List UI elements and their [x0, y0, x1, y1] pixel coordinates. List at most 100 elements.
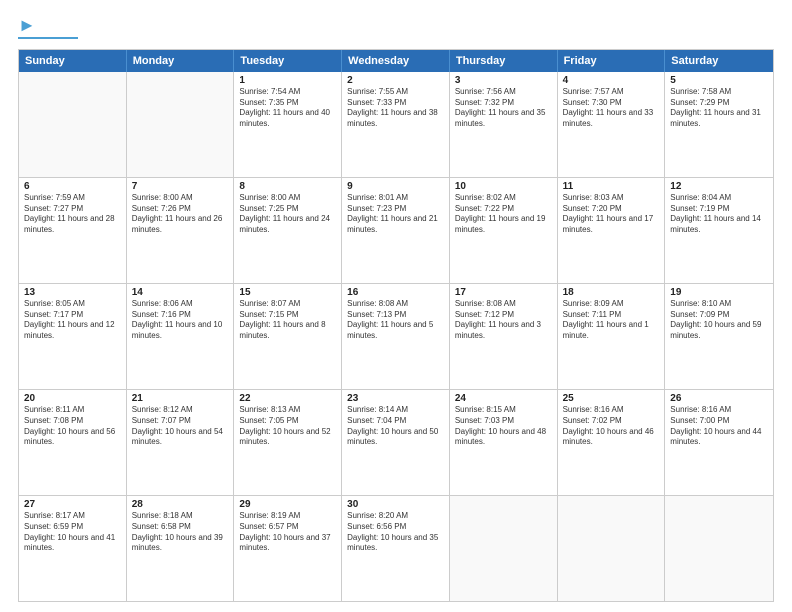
page: ► SundayMondayTuesdayWednesdayThursdayFr… [0, 0, 792, 612]
calendar-cell: 22Sunrise: 8:13 AM Sunset: 7:05 PM Dayli… [234, 390, 342, 495]
day-number: 20 [24, 393, 121, 404]
cell-info: Sunrise: 7:56 AM Sunset: 7:32 PM Dayligh… [455, 87, 552, 130]
calendar-cell: 23Sunrise: 8:14 AM Sunset: 7:04 PM Dayli… [342, 390, 450, 495]
calendar-cell: 13Sunrise: 8:05 AM Sunset: 7:17 PM Dayli… [19, 284, 127, 389]
cell-info: Sunrise: 8:02 AM Sunset: 7:22 PM Dayligh… [455, 193, 552, 236]
calendar-cell: 19Sunrise: 8:10 AM Sunset: 7:09 PM Dayli… [665, 284, 773, 389]
calendar-cell: 10Sunrise: 8:02 AM Sunset: 7:22 PM Dayli… [450, 178, 558, 283]
calendar-cell: 8Sunrise: 8:00 AM Sunset: 7:25 PM Daylig… [234, 178, 342, 283]
calendar-cell: 7Sunrise: 8:00 AM Sunset: 7:26 PM Daylig… [127, 178, 235, 283]
calendar-cell: 2Sunrise: 7:55 AM Sunset: 7:33 PM Daylig… [342, 72, 450, 177]
cell-info: Sunrise: 7:59 AM Sunset: 7:27 PM Dayligh… [24, 193, 121, 236]
cell-info: Sunrise: 8:17 AM Sunset: 6:59 PM Dayligh… [24, 511, 121, 554]
weekday-header-saturday: Saturday [665, 50, 773, 72]
calendar-cell: 21Sunrise: 8:12 AM Sunset: 7:07 PM Dayli… [127, 390, 235, 495]
day-number: 4 [563, 75, 660, 86]
day-number: 19 [670, 287, 768, 298]
day-number: 8 [239, 181, 336, 192]
day-number: 15 [239, 287, 336, 298]
day-number: 16 [347, 287, 444, 298]
cell-info: Sunrise: 8:13 AM Sunset: 7:05 PM Dayligh… [239, 405, 336, 448]
calendar-cell: 25Sunrise: 8:16 AM Sunset: 7:02 PM Dayli… [558, 390, 666, 495]
day-number: 17 [455, 287, 552, 298]
cell-info: Sunrise: 8:07 AM Sunset: 7:15 PM Dayligh… [239, 299, 336, 342]
calendar-cell: 16Sunrise: 8:08 AM Sunset: 7:13 PM Dayli… [342, 284, 450, 389]
calendar-cell [665, 496, 773, 601]
calendar-cell: 1Sunrise: 7:54 AM Sunset: 7:35 PM Daylig… [234, 72, 342, 177]
day-number: 22 [239, 393, 336, 404]
cell-info: Sunrise: 7:54 AM Sunset: 7:35 PM Dayligh… [239, 87, 336, 130]
cell-info: Sunrise: 8:04 AM Sunset: 7:19 PM Dayligh… [670, 193, 768, 236]
weekday-header-tuesday: Tuesday [234, 50, 342, 72]
day-number: 30 [347, 499, 444, 510]
weekday-header-friday: Friday [558, 50, 666, 72]
cell-info: Sunrise: 7:58 AM Sunset: 7:29 PM Dayligh… [670, 87, 768, 130]
day-number: 18 [563, 287, 660, 298]
cell-info: Sunrise: 8:00 AM Sunset: 7:25 PM Dayligh… [239, 193, 336, 236]
day-number: 26 [670, 393, 768, 404]
day-number: 10 [455, 181, 552, 192]
calendar-row-2: 13Sunrise: 8:05 AM Sunset: 7:17 PM Dayli… [19, 284, 773, 390]
calendar-cell: 6Sunrise: 7:59 AM Sunset: 7:27 PM Daylig… [19, 178, 127, 283]
day-number: 1 [239, 75, 336, 86]
calendar-cell: 29Sunrise: 8:19 AM Sunset: 6:57 PM Dayli… [234, 496, 342, 601]
calendar-cell: 9Sunrise: 8:01 AM Sunset: 7:23 PM Daylig… [342, 178, 450, 283]
day-number: 11 [563, 181, 660, 192]
calendar-cell: 20Sunrise: 8:11 AM Sunset: 7:08 PM Dayli… [19, 390, 127, 495]
calendar-cell [19, 72, 127, 177]
calendar-cell: 17Sunrise: 8:08 AM Sunset: 7:12 PM Dayli… [450, 284, 558, 389]
logo-triangle-icon: ► [18, 15, 36, 35]
cell-info: Sunrise: 8:08 AM Sunset: 7:13 PM Dayligh… [347, 299, 444, 342]
calendar-cell: 24Sunrise: 8:15 AM Sunset: 7:03 PM Dayli… [450, 390, 558, 495]
day-number: 6 [24, 181, 121, 192]
calendar-row-3: 20Sunrise: 8:11 AM Sunset: 7:08 PM Dayli… [19, 390, 773, 496]
calendar-cell: 30Sunrise: 8:20 AM Sunset: 6:56 PM Dayli… [342, 496, 450, 601]
day-number: 2 [347, 75, 444, 86]
calendar-cell [558, 496, 666, 601]
day-number: 28 [132, 499, 229, 510]
calendar-cell: 14Sunrise: 8:06 AM Sunset: 7:16 PM Dayli… [127, 284, 235, 389]
logo-text: ► [18, 16, 36, 36]
calendar-cell: 5Sunrise: 7:58 AM Sunset: 7:29 PM Daylig… [665, 72, 773, 177]
cell-info: Sunrise: 8:06 AM Sunset: 7:16 PM Dayligh… [132, 299, 229, 342]
cell-info: Sunrise: 8:12 AM Sunset: 7:07 PM Dayligh… [132, 405, 229, 448]
cell-info: Sunrise: 7:55 AM Sunset: 7:33 PM Dayligh… [347, 87, 444, 130]
calendar-body: 1Sunrise: 7:54 AM Sunset: 7:35 PM Daylig… [19, 72, 773, 601]
cell-info: Sunrise: 8:20 AM Sunset: 6:56 PM Dayligh… [347, 511, 444, 554]
day-number: 29 [239, 499, 336, 510]
cell-info: Sunrise: 7:57 AM Sunset: 7:30 PM Dayligh… [563, 87, 660, 130]
calendar-cell: 27Sunrise: 8:17 AM Sunset: 6:59 PM Dayli… [19, 496, 127, 601]
header: ► [18, 16, 774, 39]
day-number: 27 [24, 499, 121, 510]
cell-info: Sunrise: 8:11 AM Sunset: 7:08 PM Dayligh… [24, 405, 121, 448]
day-number: 25 [563, 393, 660, 404]
cell-info: Sunrise: 8:19 AM Sunset: 6:57 PM Dayligh… [239, 511, 336, 554]
weekday-header-sunday: Sunday [19, 50, 127, 72]
calendar-cell [450, 496, 558, 601]
calendar: SundayMondayTuesdayWednesdayThursdayFrid… [18, 49, 774, 602]
cell-info: Sunrise: 8:09 AM Sunset: 7:11 PM Dayligh… [563, 299, 660, 342]
calendar-cell [127, 72, 235, 177]
calendar-cell: 18Sunrise: 8:09 AM Sunset: 7:11 PM Dayli… [558, 284, 666, 389]
cell-info: Sunrise: 8:08 AM Sunset: 7:12 PM Dayligh… [455, 299, 552, 342]
calendar-cell: 4Sunrise: 7:57 AM Sunset: 7:30 PM Daylig… [558, 72, 666, 177]
logo-line [18, 37, 78, 39]
cell-info: Sunrise: 8:10 AM Sunset: 7:09 PM Dayligh… [670, 299, 768, 342]
day-number: 24 [455, 393, 552, 404]
calendar-cell: 12Sunrise: 8:04 AM Sunset: 7:19 PM Dayli… [665, 178, 773, 283]
calendar-cell: 11Sunrise: 8:03 AM Sunset: 7:20 PM Dayli… [558, 178, 666, 283]
day-number: 3 [455, 75, 552, 86]
day-number: 7 [132, 181, 229, 192]
weekday-header-wednesday: Wednesday [342, 50, 450, 72]
cell-info: Sunrise: 8:16 AM Sunset: 7:02 PM Dayligh… [563, 405, 660, 448]
day-number: 13 [24, 287, 121, 298]
calendar-row-1: 6Sunrise: 7:59 AM Sunset: 7:27 PM Daylig… [19, 178, 773, 284]
weekday-header-monday: Monday [127, 50, 235, 72]
day-number: 5 [670, 75, 768, 86]
day-number: 9 [347, 181, 444, 192]
weekday-header-thursday: Thursday [450, 50, 558, 72]
cell-info: Sunrise: 8:05 AM Sunset: 7:17 PM Dayligh… [24, 299, 121, 342]
calendar-cell: 3Sunrise: 7:56 AM Sunset: 7:32 PM Daylig… [450, 72, 558, 177]
cell-info: Sunrise: 8:14 AM Sunset: 7:04 PM Dayligh… [347, 405, 444, 448]
cell-info: Sunrise: 8:16 AM Sunset: 7:00 PM Dayligh… [670, 405, 768, 448]
